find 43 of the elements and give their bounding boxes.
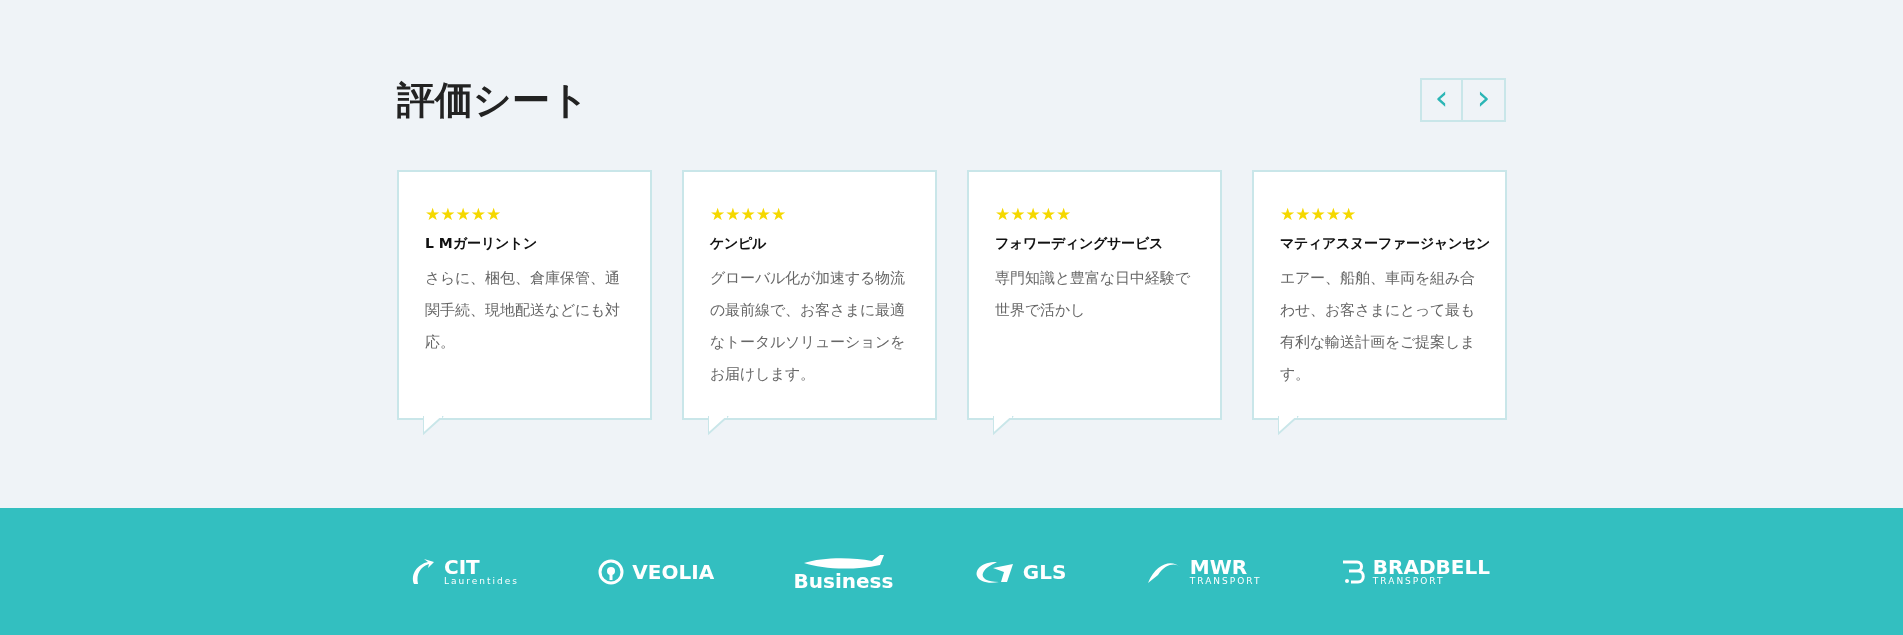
partner-name: VEOLIA <box>632 561 715 582</box>
reviewer-name: マティアスヌーファージャンセン <box>1280 233 1491 253</box>
b-icon <box>1340 558 1365 585</box>
drop-icon <box>598 558 625 585</box>
star-icon: ★ <box>1310 205 1326 223</box>
star-icon: ★ <box>486 205 502 223</box>
star-icon: ★ <box>755 205 771 223</box>
star-icon: ★ <box>725 205 741 223</box>
star-icon: ★ <box>771 205 787 223</box>
star-icon: ★ <box>440 205 456 223</box>
review-text: 専門知識と豊富な日中経験で世界で活かし <box>995 267 1191 321</box>
partner-name: BRADBELL <box>1372 557 1490 577</box>
reviewer-name: L Mガーリントン <box>425 233 538 253</box>
partner-tagline: TRANSPORT <box>1372 577 1446 586</box>
partner-name: GLS <box>1022 561 1067 582</box>
reviewer-name: ケンピル <box>710 233 767 253</box>
swoosh-icon <box>410 557 436 586</box>
partner-tagline: TRANSPORT <box>1189 577 1262 586</box>
star-icon: ★ <box>995 205 1011 223</box>
star-icon: ★ <box>1325 205 1341 223</box>
star-icon: ★ <box>1025 205 1041 223</box>
star-icon: ★ <box>740 205 756 223</box>
partner-tagline: Laurentides <box>444 577 519 586</box>
review-text: グローバル化が加速する物流の最前線で、お客さまに最適なトータルソリューションをお届けします。 <box>710 267 906 385</box>
star-icon: ★ <box>425 205 441 223</box>
review-text: エアー、船舶、車両を組み合わせ、お客さまにとって最も有利な輸送計画をご提案します。 <box>1280 267 1476 385</box>
star-icon: ★ <box>1010 205 1026 223</box>
star-icon: ★ <box>1040 205 1056 223</box>
partner-name: CIT <box>444 557 480 577</box>
next-button[interactable]: › <box>1463 78 1506 122</box>
star-icon: ★ <box>455 205 471 223</box>
review-text: さらに、梱包、倉庫保管、通関手続、現地配送などにも対応。 <box>425 267 621 353</box>
star-icon: ★ <box>1056 205 1072 223</box>
partner-name: MWR <box>1189 557 1248 577</box>
partner-name: Business <box>793 570 894 591</box>
previous-button[interactable]: ‹ <box>1420 78 1463 122</box>
star-icon: ★ <box>1341 205 1357 223</box>
star-icon: ★ <box>1295 205 1311 223</box>
star-icon: ★ <box>1280 205 1296 223</box>
star-icon: ★ <box>710 205 726 223</box>
section-title: 評価シート <box>397 78 589 124</box>
reviewer-name: フォワーディングサービス <box>995 233 1164 253</box>
star-icon: ★ <box>470 205 486 223</box>
